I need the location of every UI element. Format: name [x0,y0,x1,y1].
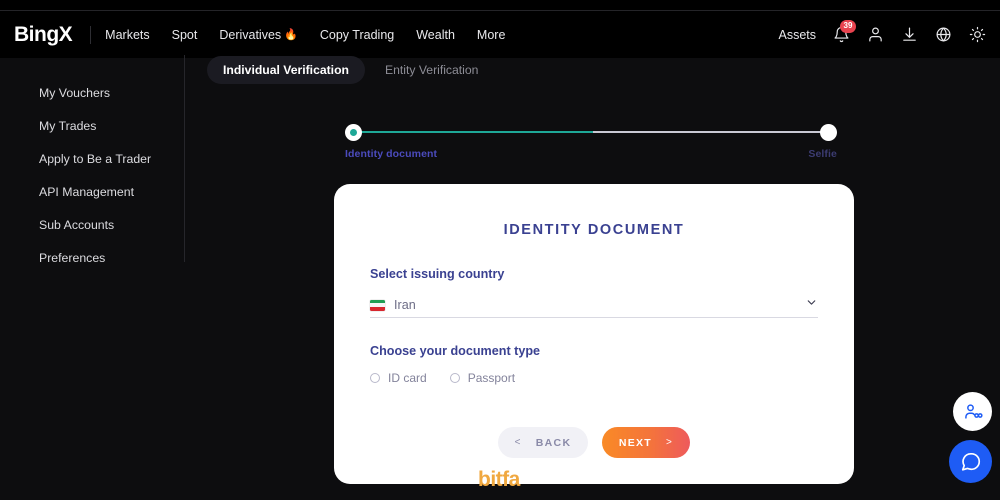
identity-document-card: IDENTITY DOCUMENT Select issuing country… [334,184,854,484]
sidebar-item-label: Preferences [39,250,106,265]
fire-emoji-icon: 🔥 [284,29,298,41]
app-root: BingX Markets Spot Derivatives 🔥 Copy Tr… [0,0,1000,500]
document-type-radio-group: ID card Passport [370,371,854,385]
nav-label: More [476,27,506,42]
sidebar-item-api-management[interactable]: API Management [0,175,184,208]
notification-badge: 39 [840,19,856,33]
bingx-logo[interactable]: BingX [14,22,73,47]
nav-item-wealth[interactable]: Wealth [416,28,455,42]
radio-circle-icon [370,373,380,383]
sidebar-item-sub-accounts[interactable]: Sub Accounts [0,208,184,241]
sidebar-item-label: Sub Accounts [39,217,115,232]
main-header: BingX Markets Spot Derivatives 🔥 Copy Tr… [0,11,1000,58]
nav-item-more[interactable]: More [477,28,505,42]
nav-label: Derivatives [219,27,282,42]
stepper-progress-fill [354,131,593,133]
radio-label: Passport [467,371,516,385]
sidebar-item-my-trades[interactable]: My Trades [0,109,184,142]
tab-label: Individual Verification [223,63,349,77]
brightness-icon[interactable] [968,26,986,44]
nav-item-markets[interactable]: Markets [105,28,149,42]
sidebar-divider [184,55,185,262]
browser-top-strip [0,0,1000,11]
download-icon[interactable] [900,26,918,44]
radio-id-card[interactable]: ID card [370,371,427,385]
nav-label: Wealth [416,27,455,42]
bell-icon[interactable]: 39 [832,19,856,44]
bitfa-watermark: bitfa [478,468,520,491]
verification-stepper: Identity document Selfie [345,124,837,166]
header-actions: Assets 39 [778,19,986,44]
sidebar-item-label: My Vouchers [39,85,111,100]
nav-item-copy-trading[interactable]: Copy Trading [320,28,394,42]
country-select-value: Iran [394,298,416,312]
sidebar-item-apply-to-be-a-trader[interactable]: Apply to Be a Trader [0,142,184,175]
country-field-label: Select issuing country [370,267,505,281]
step-dot-identity-document[interactable] [345,124,362,141]
primary-nav: Markets Spot Derivatives 🔥 Copy Trading … [105,28,505,42]
stepper-track [354,131,831,133]
invite-friends-fab[interactable] [953,392,992,431]
chevron-down-icon [805,296,818,314]
iran-flag-icon [370,299,385,311]
sidebar-item-my-vouchers[interactable]: My Vouchers [0,76,184,109]
logo-text: BingX [14,22,73,46]
verification-tabs: Individual Verification Entity Verificat… [207,56,494,84]
next-button[interactable]: NEXT > [602,427,690,458]
user-icon[interactable] [866,26,884,44]
next-button-label: NEXT [618,436,653,449]
document-type-label: Choose your document type [370,344,541,358]
tab-label: Entity Verification [384,63,479,77]
radio-passport[interactable]: Passport [449,371,516,385]
step-label-selfie: Selfie [808,148,837,160]
nav-item-derivatives[interactable]: Derivatives 🔥 [219,28,298,42]
next-arrow-icon: > [666,437,674,448]
radio-label: ID card [388,371,427,385]
card-actions: < BACK NEXT > [334,427,854,458]
back-arrow-icon: < [514,437,522,448]
invite-friends-icon [964,403,983,419]
country-select[interactable]: Iran [370,293,818,318]
nav-label: Copy Trading [319,27,395,42]
tab-entity-verification[interactable]: Entity Verification [369,56,494,84]
chat-bubble-icon [961,452,980,471]
sidebar-item-preferences[interactable]: Preferences [0,241,184,274]
nav-label: Markets [105,27,150,42]
back-button-label: BACK [535,436,572,449]
logo-separator [90,25,92,44]
sidebar-item-label: Apply to Be a Trader [39,151,152,166]
chat-support-fab[interactable] [949,440,992,483]
tab-individual-verification[interactable]: Individual Verification [207,56,365,84]
card-title: IDENTITY DOCUMENT [503,222,685,238]
globe-icon[interactable] [934,26,952,44]
step-dot-selfie[interactable] [820,124,837,141]
back-button[interactable]: < BACK [498,427,588,458]
account-sidebar: My Vouchers My Trades Apply to Be a Trad… [0,58,184,265]
sidebar-item-label: My Trades [39,118,97,133]
nav-item-spot[interactable]: Spot [172,28,198,42]
nav-label: Spot [171,27,198,42]
assets-link[interactable]: Assets [778,28,816,42]
sidebar-item-label: API Management [39,184,135,199]
radio-circle-icon [449,373,460,383]
step-label-identity-document: Identity document [345,148,438,160]
